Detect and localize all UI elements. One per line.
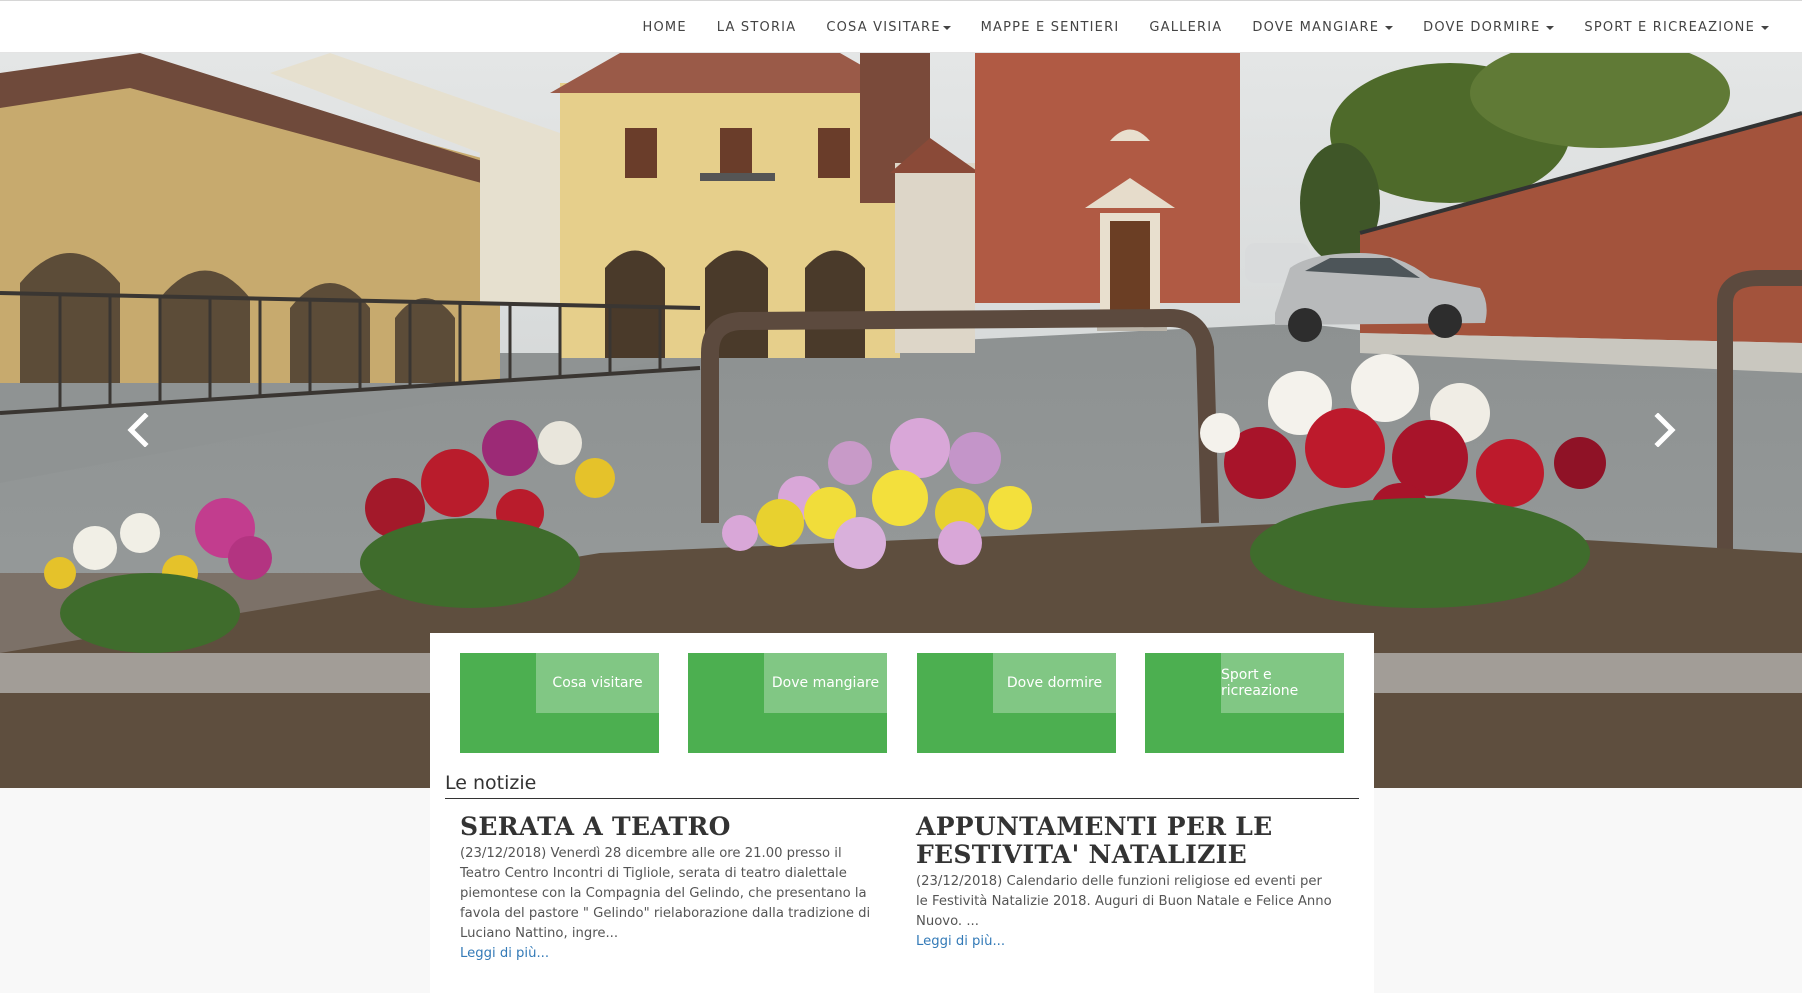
content-panel: Cosa visitare Dove mangiare Dove dormire… — [430, 633, 1374, 993]
nav-la-storia-label: LA STORIA — [716, 20, 797, 35]
nav-dove-mangiare-label: DOVE MANGIARE — [1252, 20, 1380, 35]
tile-dove-dormire-label: Dove dormire — [993, 653, 1116, 713]
tile-dove-mangiare[interactable]: Dove mangiare — [688, 653, 887, 753]
chevron-left-icon — [127, 413, 149, 447]
news-article-title[interactable]: SERATA A TEATRO — [460, 813, 880, 841]
tile-cosa-visitare[interactable]: Cosa visitare — [460, 653, 659, 753]
news-article-excerpt: (23/12/2018) Calendario delle funzioni r… — [916, 874, 1332, 929]
nav-sport-label: SPORT E RICREAZIONE — [1584, 20, 1755, 35]
nav-cosa-visitare[interactable]: COSA VISITARE — [811, 1, 965, 54]
nav-sport-e-ricreazione[interactable]: SPORT E RICREAZIONE — [1569, 1, 1784, 54]
news-article-title[interactable]: APPUNTAMENTI PER LE FESTIVITA' NATALIZIE — [916, 813, 1336, 869]
news-article: SERATA A TEATRO (23/12/2018) Venerdì 28 … — [460, 813, 880, 964]
caret-down-icon — [942, 25, 951, 30]
nav-mappe-label: MAPPE E SENTIERI — [980, 20, 1120, 35]
nav-mappe-e-sentieri[interactable]: MAPPE E SENTIERI — [966, 1, 1135, 54]
nav-la-storia[interactable]: LA STORIA — [702, 1, 812, 54]
nav-home[interactable]: HOME — [628, 1, 702, 54]
news-article: APPUNTAMENTI PER LE FESTIVITA' NATALIZIE… — [916, 813, 1336, 952]
nav-cosa-visitare-label: COSA VISITARE — [826, 20, 941, 35]
nav-dove-mangiare[interactable]: DOVE MANGIARE — [1237, 1, 1408, 54]
tile-sport-e-ricreazione[interactable]: Sport e ricreazione — [1145, 653, 1344, 753]
caret-down-icon — [1761, 25, 1769, 30]
quick-links: Cosa visitare Dove mangiare Dove dormire… — [460, 653, 1344, 753]
tile-sport-label: Sport e ricreazione — [1221, 653, 1344, 713]
chevron-right-icon — [1654, 413, 1676, 447]
nav-dove-dormire[interactable]: DOVE DORMIRE — [1408, 1, 1569, 54]
nav-galleria[interactable]: GALLERIA — [1134, 1, 1237, 54]
tile-cosa-visitare-label: Cosa visitare — [536, 653, 659, 713]
nav-home-label: HOME — [642, 20, 687, 35]
nav-dove-dormire-label: DOVE DORMIRE — [1423, 20, 1541, 35]
main-menu: HOME LA STORIA COSA VISITARE MAPPE E SEN… — [628, 1, 1785, 54]
news-section-title: Le notizie — [445, 772, 1359, 799]
caret-down-icon — [1546, 25, 1555, 30]
tile-dove-mangiare-label: Dove mangiare — [764, 653, 887, 713]
top-navbar: HOME LA STORIA COSA VISITARE MAPPE E SEN… — [0, 0, 1802, 53]
caret-down-icon — [1385, 25, 1394, 30]
read-more-link[interactable]: Leggi di più... — [460, 944, 880, 964]
nav-galleria-label: GALLERIA — [1149, 20, 1223, 35]
carousel-prev-button[interactable] — [118, 405, 158, 455]
tile-dove-dormire[interactable]: Dove dormire — [917, 653, 1116, 753]
news-article-excerpt: (23/12/2018) Venerdì 28 dicembre alle or… — [460, 846, 871, 941]
carousel-next-button[interactable] — [1645, 405, 1685, 455]
read-more-link[interactable]: Leggi di più... — [916, 932, 1336, 952]
